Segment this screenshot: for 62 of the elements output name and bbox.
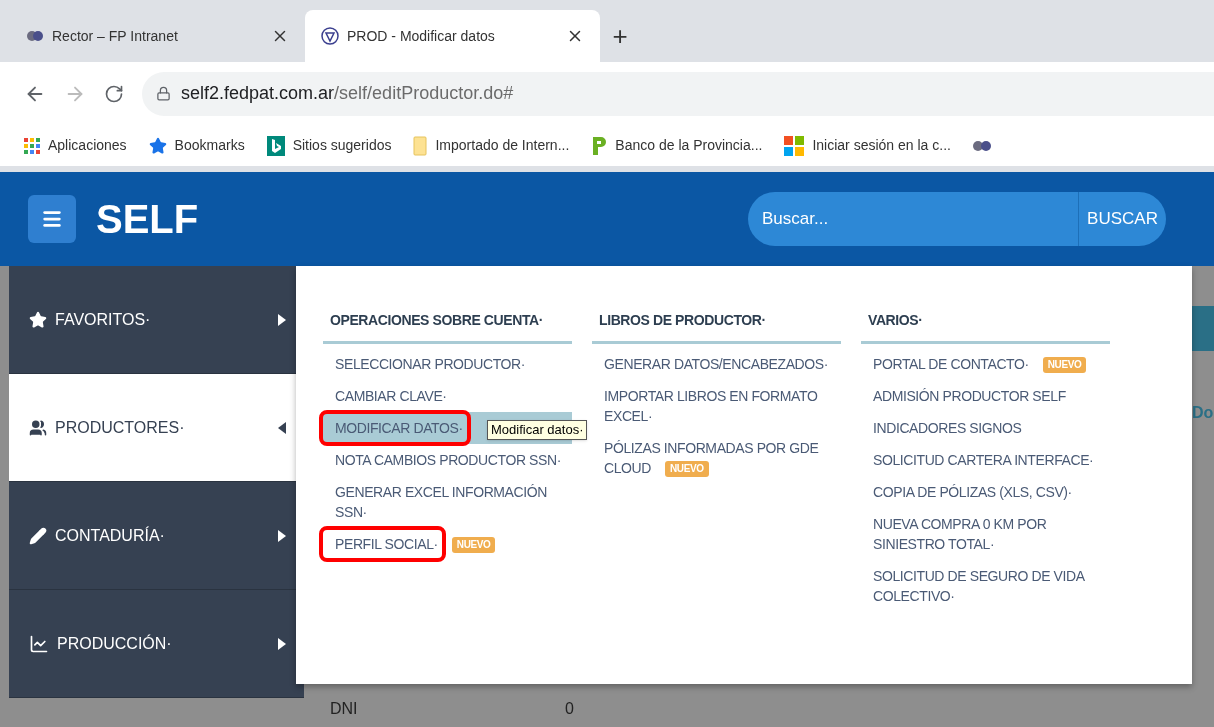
menu-item[interactable]: PÓLIZAS INFORMADAS POR GDE CLOUD NUEVO [592,432,841,484]
menu-item[interactable]: COPIA DE PÓLIZAS (XLS, CSV)· [861,476,1110,508]
menu-item[interactable]: ADMISIÓN PRODUCTOR SELF [861,380,1110,412]
tooltip: Modificar datos· [487,420,588,440]
brand-title: SELF [96,196,199,243]
menu-item[interactable]: GENERAR DATOS/ENCABEZADOS· [592,348,841,380]
panel-header [1192,306,1214,351]
menu-item[interactable]: NOTA CAMBIOS PRODUCTOR SSN· [323,444,572,476]
menu-item[interactable]: SOLICITUD CARTERA INTERFACE· [861,444,1110,476]
bookmark[interactable]: Importado de Intern... [413,135,570,156]
windows-logo-icon [784,135,805,156]
users-icon [29,418,47,437]
section-heading: Do [1192,403,1214,423]
tab-title: Rector – FP Intranet [52,26,179,46]
caret-left-icon [278,421,286,434]
star-icon [148,136,167,155]
column-heading: LIBROS DE PRODUCTOR· [592,310,841,344]
bookmark[interactable]: Sitios sugeridos [266,135,392,156]
column-heading: VARIOS· [861,310,1110,344]
folder-icon [413,135,428,156]
column-heading: OPERACIONES SOBRE CUENTA· [323,310,572,344]
menu-icon [41,208,63,230]
menu-item[interactable]: IMPORTAR LIBROS EN FORMATO EXCEL· [592,380,841,432]
apps-grid-icon [24,137,40,154]
field-label: DNI [330,699,359,719]
field-value: 0 [565,699,574,719]
browser-tab[interactable]: Rector – FP Intranet [10,10,305,62]
bookmark[interactable]: Banco de la Provincia... [591,135,763,156]
menu-item[interactable]: SOLICITUD DE SEGURO DE VIDA COLECTIVO· [861,560,1110,612]
sidebar-item[interactable]: PRODUCCIÓN· [9,590,304,698]
menu-item[interactable]: SELECCIONAR PRODUCTOR· [323,348,572,380]
menu-item[interactable]: GENERAR EXCEL INFORMACIÓN SSN· [323,476,572,528]
menu-item[interactable]: INDICADORES SIGNOS [861,412,1110,444]
bookmark[interactable]: Aplicaciones [24,135,127,156]
new-badge: NUEVO [665,461,709,478]
pencil-icon [29,526,47,545]
p-logo-icon [591,135,608,156]
menu-button[interactable] [28,195,76,243]
new-badge: NUEVO [1042,357,1087,374]
reload-icon[interactable] [104,83,124,104]
new-badge: NUEVO [451,537,496,554]
chart-icon [29,633,49,654]
menu-item[interactable]: PERFIL SOCIAL· NUEVO [323,528,572,560]
tab-title: PROD - Modificar datos [347,26,496,46]
caret-right-icon [278,313,286,326]
lock-icon [156,86,171,101]
caret-right-icon [278,529,286,542]
site-logo-icon [321,27,339,45]
menu-item[interactable]: CAMBIAR CLAVE· [323,380,572,412]
search-button[interactable]: BUSCAR [1078,192,1166,246]
b-logo-icon [266,135,285,156]
search-field[interactable]: Buscar... [748,192,1078,246]
bookmark[interactable]: Iniciar sesión en la c... [784,135,951,156]
caret-right-icon [278,637,286,650]
new-tab-button[interactable]: + [600,10,640,62]
address-field[interactable]: self2.fedpat.com.ar/self/editProductor.do# [142,71,1214,116]
site-logo-icon[interactable] [972,139,991,152]
bookmark[interactable]: Bookmarks [148,135,245,156]
menu-item[interactable]: NUEVA COMPRA 0 KM POR SINIESTRO TOTAL· [861,508,1110,560]
menu-item[interactable]: PORTAL DE CONTACTO· NUEVO [861,348,1110,380]
browser-tab[interactable]: PROD - Modificar datos [305,10,600,62]
star-icon [29,310,47,329]
